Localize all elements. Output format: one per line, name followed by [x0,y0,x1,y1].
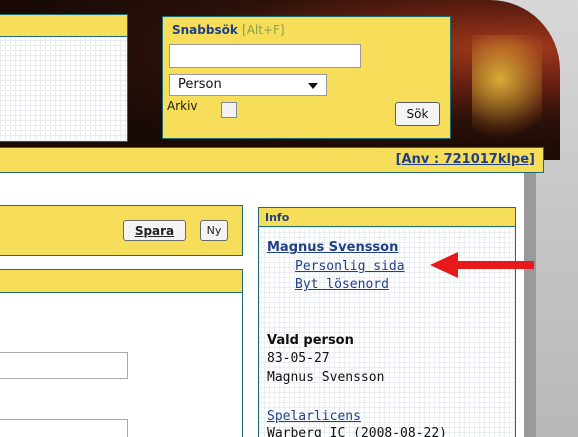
quick-search-title-text: Snabbsök [172,23,238,37]
personal-page-link[interactable]: Personlig sida [295,259,405,274]
selected-person-heading: Vald person [267,333,354,348]
logo-panel-title-strip [0,15,127,37]
archive-checkbox[interactable] [221,102,237,118]
quick-search-shortcut: [Alt+F] [242,23,285,37]
info-panel-header: Info [258,207,516,227]
header-logo-panel [0,14,128,142]
archive-label: Arkiv [167,99,198,113]
search-type-select[interactable]: Person [169,74,327,96]
selected-person-date: 83-05-27 [267,351,330,366]
change-password-link[interactable]: Byt lösenord [295,277,389,292]
selected-person-name: Magnus Svensson [267,370,385,385]
form-body [0,293,243,437]
current-user-link[interactable]: [Anv : 721017klpe] [396,152,535,167]
form-section-header [0,269,243,293]
new-button[interactable]: Ny [200,220,228,241]
red-arrow-shape [430,252,534,278]
form-field-2[interactable] [0,419,128,437]
red-arrow-icon [430,252,534,278]
quick-search-title: Snabbsök [Alt+F] [172,23,285,37]
user-name-link[interactable]: Magnus Svensson [267,240,398,255]
form-field-1[interactable] [0,352,128,379]
search-type-value: Person [178,77,222,92]
quick-search-input[interactable] [169,44,361,68]
caret-down-icon [308,83,318,89]
form-toolbar: Spara Ny [0,205,243,256]
player-license-link[interactable]: Spelarlicens [267,409,361,424]
player-license-club: Warberg IC (2008-08-22) [267,426,448,437]
save-button[interactable]: Spara [123,220,186,241]
quick-search-panel: Snabbsök [Alt+F] Person Arkiv Sök [162,16,451,139]
user-bar: [Anv : 721017klpe] [0,147,544,173]
search-button[interactable]: Sök [395,102,440,126]
